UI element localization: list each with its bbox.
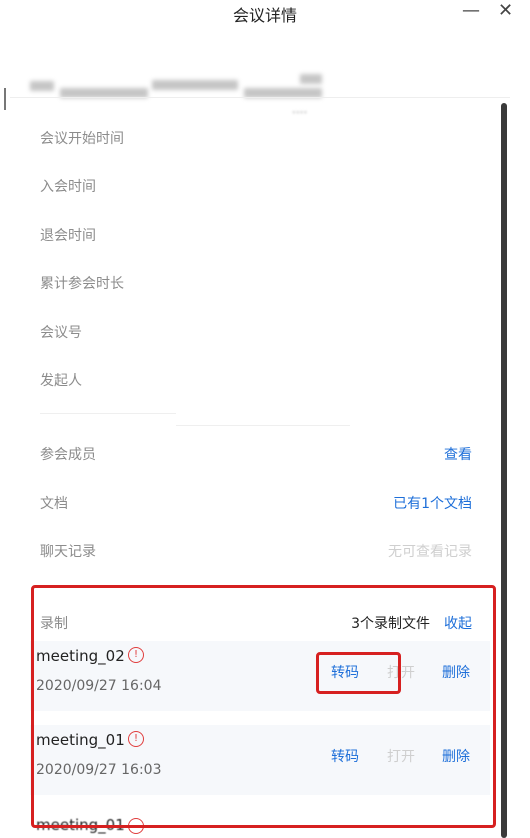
title-bar: 会议详情 — ✕	[0, 0, 530, 34]
section-divider	[40, 413, 176, 414]
meeting-subject-blurred: ....	[0, 34, 530, 116]
chat-row: 聊天记录 无可查看记录	[40, 541, 472, 563]
leave-time-label: 退会时间	[40, 228, 96, 244]
blur-block	[152, 80, 238, 90]
chat-status: 无可查看记录	[388, 544, 472, 560]
documents-link[interactable]: 已有1个文档	[393, 493, 472, 513]
blur-block	[300, 74, 322, 84]
blur-block	[30, 81, 54, 91]
documents-label: 文档	[40, 496, 68, 512]
close-icon[interactable]: ✕	[498, 0, 513, 21]
chat-label: 聊天记录	[40, 544, 96, 560]
host-label: 发起人	[40, 373, 82, 389]
duration-label: 累计参会时长	[40, 276, 124, 292]
window-title: 会议详情	[232, 6, 297, 25]
section-divider	[176, 425, 350, 426]
subject-tail-text: ....	[292, 102, 308, 116]
view-members-link[interactable]: 查看	[444, 444, 472, 464]
transcode-highlight	[316, 652, 401, 694]
recording-section-highlight	[31, 585, 496, 828]
documents-row: 文档 已有1个文档	[40, 493, 472, 515]
members-row: 参会成员 查看	[40, 444, 472, 466]
join-time-label: 入会时间	[40, 179, 96, 195]
members-label: 参会成员	[40, 447, 96, 463]
meeting-id-label: 会议号	[40, 325, 82, 341]
start-time-label: 会议开始时间	[40, 131, 124, 147]
subject-left-edge	[4, 88, 6, 110]
vertical-scrollbar[interactable]	[501, 103, 507, 838]
minimize-icon[interactable]: —	[462, 0, 480, 21]
header-divider	[10, 97, 510, 98]
